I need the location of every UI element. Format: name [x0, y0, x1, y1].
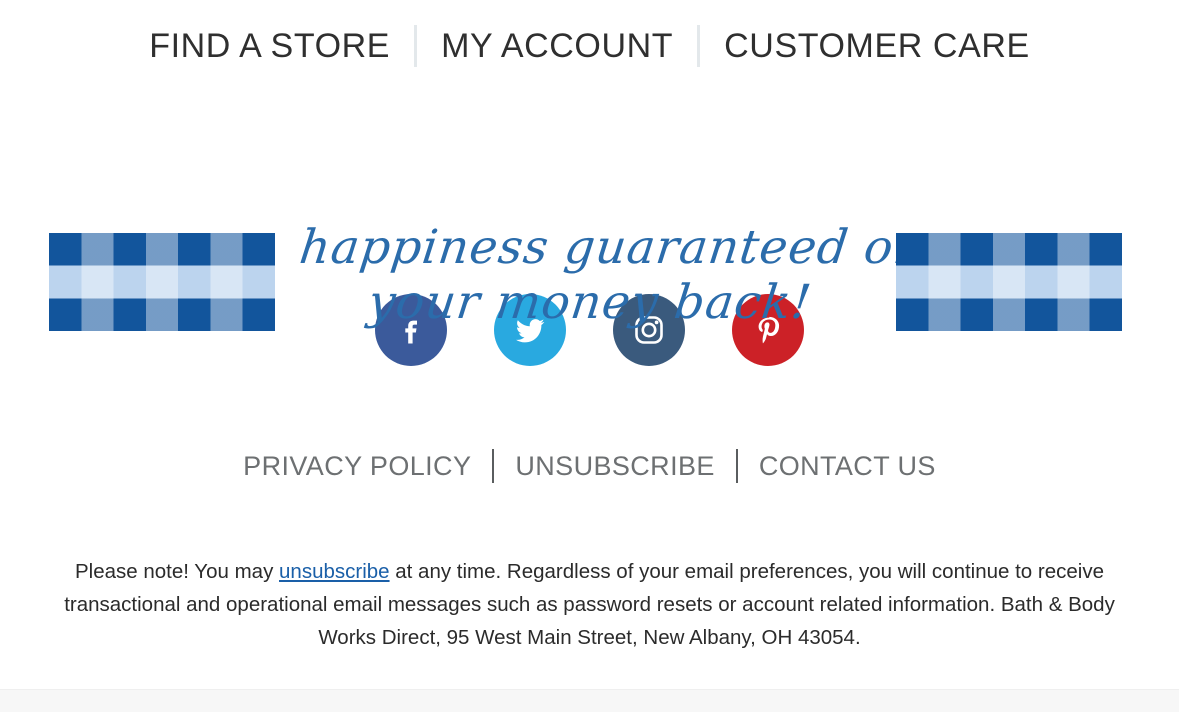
topnav-item-customer-care[interactable]: CUSTOMER CARE — [700, 29, 1054, 63]
legal-text-before-link: Please note! You may — [75, 560, 280, 583]
guarantee-line-2: your money back! — [365, 275, 815, 331]
guarantee-line-1: happiness guaranteed or — [296, 220, 921, 275]
gingham-pattern-left — [49, 233, 275, 331]
guarantee-band: happiness guaranteed or your money back! — [0, 92, 1179, 331]
topnav-item-find-a-store[interactable]: FIND A STORE — [125, 29, 414, 63]
legal-unsubscribe-link[interactable]: unsubscribe — [279, 560, 390, 583]
gingham-pattern-right — [896, 233, 1122, 331]
legal-disclaimer: Please note! You may unsubscribe at any … — [35, 555, 1145, 654]
footer-link-unsubscribe[interactable]: UNSUBSCRIBE — [494, 452, 735, 480]
footer-links-row: PRIVACY POLICY UNSUBSCRIBE CONTACT US — [0, 449, 1179, 483]
guarantee-script: happiness guaranteed or your money back! — [297, 220, 921, 331]
footer-link-contact-us[interactable]: CONTACT US — [738, 452, 957, 480]
topnav-item-my-account[interactable]: MY ACCOUNT — [417, 29, 697, 63]
bottom-strip — [0, 689, 1179, 712]
top-navigation: FIND A STORE MY ACCOUNT CUSTOMER CARE — [0, 0, 1179, 92]
footer-link-privacy-policy[interactable]: PRIVACY POLICY — [222, 452, 492, 480]
